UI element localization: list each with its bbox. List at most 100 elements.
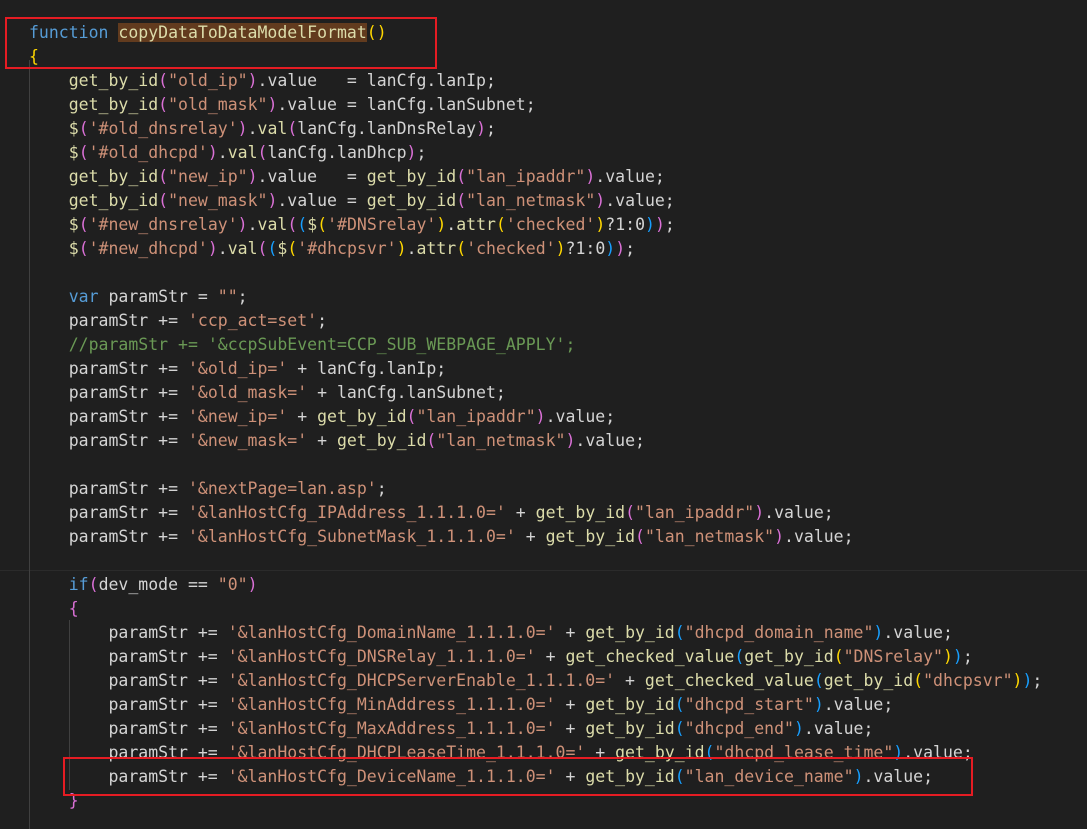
code-line[interactable]: //paramStr += '&ccpSubEvent=CCP_SUB_WEBP… <box>29 333 576 357</box>
code-token: attr <box>416 239 457 258</box>
code-token: lanCfg.lanDnsRelay <box>297 119 477 138</box>
code-token: "DNSrelay" <box>843 647 943 666</box>
line-separator <box>0 570 1087 571</box>
code-token: '#new_dhcpd' <box>88 239 208 258</box>
code-token: ( <box>674 719 685 738</box>
code-token: ) <box>535 407 546 426</box>
code-token: paramStr += <box>29 431 188 450</box>
code-line[interactable]: paramStr += '&lanHostCfg_SubnetMask_1.1.… <box>29 525 854 549</box>
code-token: "dhcpsvr" <box>923 671 1013 690</box>
code-token: get_by_id <box>336 431 427 450</box>
code-token: get_by_id <box>585 719 675 738</box>
code-line[interactable]: get_by_id("old_mask").value = lanCfg.lan… <box>29 93 536 117</box>
code-token: '&lanHostCfg_DHCPLeaseTime_1.1.1.0=' <box>227 743 586 762</box>
code-token: '&old_mask=' <box>187 383 308 402</box>
code-token: ) <box>565 431 576 450</box>
code-token: ) <box>793 719 804 738</box>
code-token: "lan_netmask" <box>466 191 596 210</box>
code-line[interactable]: $('#old_dnsrelay').val(lanCfg.lanDnsRela… <box>29 117 496 141</box>
code-token: $ <box>68 215 79 234</box>
code-token: ) <box>267 95 278 114</box>
code-line[interactable]: paramStr += '&new_mask=' + get_by_id("la… <box>29 429 645 453</box>
code-token: get_by_id <box>366 191 457 210</box>
code-token: .value; <box>823 695 894 714</box>
code-token: .value; <box>764 503 834 522</box>
code-token: "dhcpd_lease_time" <box>714 743 894 762</box>
code-line[interactable]: function copyDataToDataModelFormat() <box>29 21 387 45</box>
code-line[interactable]: paramStr += '&new_ip=' + get_by_id("lan_… <box>29 405 615 429</box>
code-token: $ <box>68 119 79 138</box>
code-token: } <box>68 791 79 810</box>
code-token: 'checked' <box>505 215 596 234</box>
code-token: '&nextPage=lan.asp' <box>187 479 377 498</box>
code-token: ) <box>247 575 258 594</box>
code-token: ) <box>952 647 963 666</box>
code-line[interactable]: paramStr += '&lanHostCfg_DHCPLeaseTime_1… <box>29 741 972 765</box>
code-token: get_checked_value <box>565 647 735 666</box>
code-line[interactable]: { <box>29 597 79 621</box>
code-token: get_by_id <box>585 623 675 642</box>
code-token: "" <box>217 287 238 306</box>
code-token: get_by_id <box>615 743 705 762</box>
code-editor[interactable]: function copyDataToDataModelFormat(){ ge… <box>0 0 1087 829</box>
code-line[interactable]: $('#old_dhcpd').val(lanCfg.lanDhcp); <box>29 141 427 165</box>
code-line[interactable]: } <box>29 789 79 813</box>
code-line[interactable]: paramStr += '&nextPage=lan.asp'; <box>29 477 387 501</box>
code-line[interactable]: get_by_id("new_ip").value = get_by_id("l… <box>29 165 665 189</box>
code-line[interactable]: paramStr += '&old_mask=' + lanCfg.lanSub… <box>29 381 506 405</box>
code-token: ( <box>297 215 308 234</box>
code-token: . <box>406 239 417 258</box>
code-token: ( <box>78 215 89 234</box>
code-token: . <box>217 239 228 258</box>
code-token: ( <box>913 671 924 690</box>
code-token: .value; <box>575 431 645 450</box>
code-token: ( <box>734 647 745 666</box>
code-token: val <box>227 239 258 258</box>
code-line[interactable]: paramStr += '&old_ip=' + lanCfg.lanIp; <box>29 357 447 381</box>
code-token: get_by_id <box>68 71 159 90</box>
code-line[interactable]: paramStr += '&lanHostCfg_DHCPServerEnabl… <box>29 669 1042 693</box>
code-token: copyDataToDataModelFormat <box>118 23 367 42</box>
code-token: { <box>68 599 79 618</box>
code-token: '&lanHostCfg_IPAddress_1.1.1.0=' <box>187 503 506 522</box>
code-token: '#dhcpsvr' <box>297 239 397 258</box>
code-line[interactable]: $('#new_dnsrelay').val(($('#DNSrelay').a… <box>29 213 675 237</box>
code-line[interactable]: paramStr += '&lanHostCfg_MinAddress_1.1.… <box>29 693 893 717</box>
code-token: .value; <box>803 719 874 738</box>
code-token: .value; <box>545 407 616 426</box>
code-line[interactable]: paramStr += 'ccp_act=set'; <box>29 309 327 333</box>
code-token: + <box>307 431 337 450</box>
code-token: '&lanHostCfg_DeviceName_1.1.1.0=' <box>227 767 556 786</box>
code-line[interactable]: paramStr += '&lanHostCfg_DomainName_1.1.… <box>29 621 952 645</box>
code-line[interactable]: if(dev_mode == "0") <box>29 573 258 597</box>
code-line[interactable]: var paramStr = ""; <box>29 285 248 309</box>
code-line[interactable]: get_by_id("old_ip").value = lanCfg.lanIp… <box>29 69 496 93</box>
code-token: ( <box>158 95 169 114</box>
code-token: "new_ip" <box>168 167 248 186</box>
code-token: ) <box>853 767 864 786</box>
code-token: "dhcpd_end" <box>684 719 794 738</box>
code-token: ) <box>476 119 487 138</box>
code-token: { <box>29 47 39 66</box>
code-token: ) <box>237 119 248 138</box>
code-line[interactable]: paramStr += '&lanHostCfg_DNSRelay_1.1.1.… <box>29 645 972 669</box>
code-line[interactable]: paramStr += '&lanHostCfg_DeviceName_1.1.… <box>29 765 933 789</box>
code-token: lanCfg.lanDhcp <box>267 143 407 162</box>
code-line[interactable]: $('#new_dhcpd').val(($('#dhcpsvr').attr(… <box>29 237 635 261</box>
code-line[interactable]: paramStr += '&lanHostCfg_MaxAddress_1.1.… <box>29 717 873 741</box>
code-token: get_by_id <box>585 767 675 786</box>
code-token: "old_mask" <box>168 95 268 114</box>
code-line[interactable]: { <box>29 45 39 69</box>
code-token: $ <box>307 215 318 234</box>
code-line[interactable]: get_by_id("new_mask").value = get_by_id(… <box>29 189 675 213</box>
code-token: ( <box>674 695 685 714</box>
code-line[interactable]: paramStr += '&lanHostCfg_IPAddress_1.1.1… <box>29 501 834 525</box>
code-token: function <box>29 23 109 42</box>
code-token: ( <box>456 167 467 186</box>
code-token: .value; <box>595 167 665 186</box>
code-token: .value; <box>605 191 675 210</box>
